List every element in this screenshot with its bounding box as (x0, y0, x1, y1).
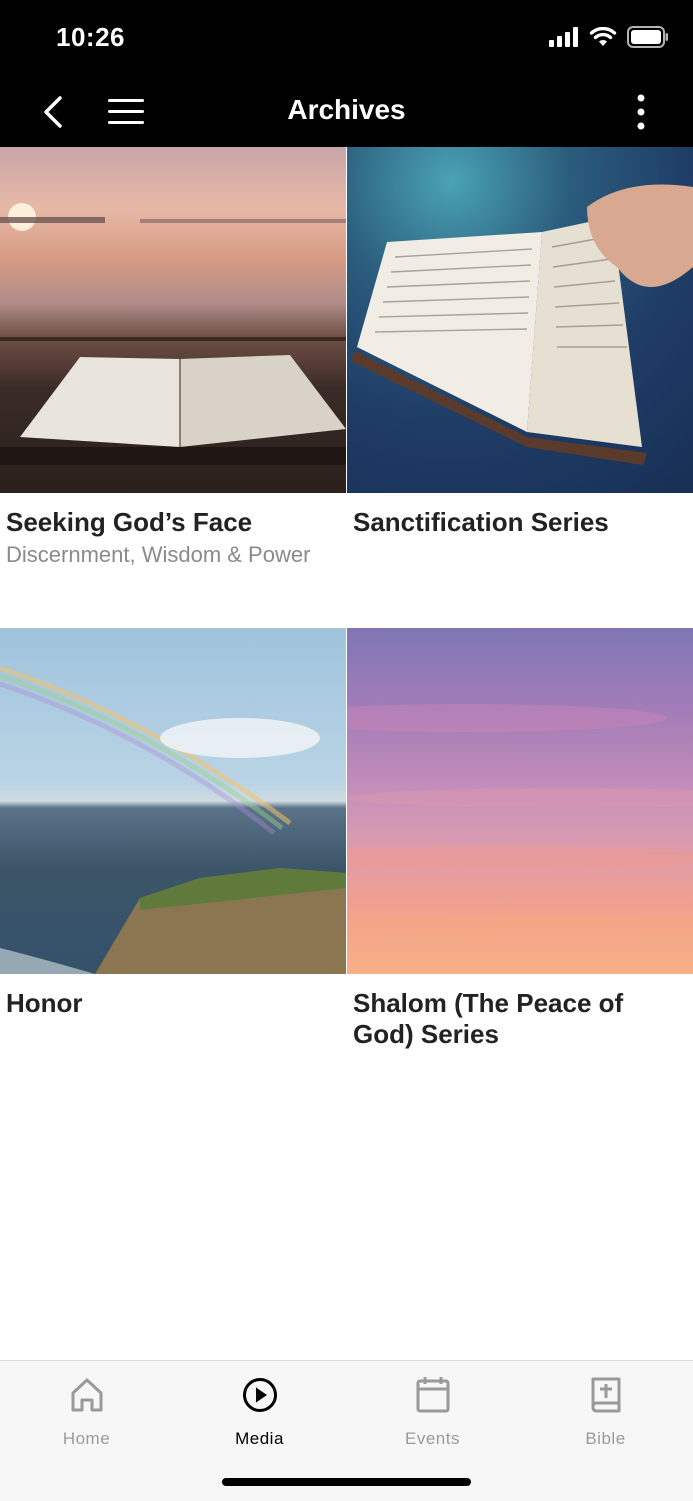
page-title: Archives (287, 94, 406, 125)
status-icons (549, 26, 669, 48)
status-bar: 10:26 (0, 0, 693, 78)
card-title[interactable]: Seeking God’s Face (6, 507, 340, 538)
home-icon (71, 1378, 102, 1412)
card-thumbnail[interactable] (0, 628, 346, 974)
home-indicator[interactable] (222, 1478, 471, 1486)
tab-label: Events (405, 1429, 460, 1448)
archive-card-seeking-gods-face[interactable]: Seeking God’s Face Discernment, Wisdom &… (0, 147, 346, 568)
open-bible-in-hand-illustration (351, 184, 693, 465)
status-time: 10:26 (56, 22, 125, 52)
archive-card-honor[interactable]: Honor (0, 628, 346, 1019)
card-thumbnail[interactable] (347, 147, 693, 493)
battery-icon (627, 26, 668, 48)
card-title[interactable]: Sanctification Series (353, 507, 687, 538)
bible-icon (591, 1377, 620, 1413)
tab-events[interactable]: Events (346, 1375, 519, 1449)
navigation-bar: Archives (0, 78, 693, 147)
tab-media[interactable]: Media (173, 1375, 346, 1449)
card-thumbnail[interactable] (347, 628, 693, 974)
tab-bible[interactable]: Bible (519, 1375, 692, 1449)
card-subtitle: Discernment, Wisdom & Power (6, 542, 311, 567)
calendar-icon (416, 1377, 449, 1413)
card-title[interactable]: Honor (6, 988, 340, 1019)
cellular-signal-icon (549, 27, 578, 47)
card-thumbnail[interactable] (0, 147, 346, 493)
tab-home[interactable]: Home (0, 1375, 173, 1449)
tab-label: Home (62, 1429, 111, 1448)
wifi-icon (589, 27, 617, 46)
sunset-bible-illustration (0, 203, 346, 465)
tab-label: Media (235, 1429, 284, 1448)
tab-label: Bible (585, 1429, 626, 1448)
archive-card-sanctification-series[interactable]: Sanctification Series (347, 147, 693, 538)
pastel-sky-illustration (347, 704, 693, 942)
card-title[interactable]: Shalom (The Peace of God) Series (353, 988, 687, 1050)
archive-card-shalom-series[interactable]: Shalom (The Peace of God) Series (347, 628, 693, 1050)
play-circle-icon (242, 1378, 277, 1412)
more-options-icon[interactable] (627, 92, 655, 132)
rainbow-cliff-illustration (0, 665, 346, 974)
